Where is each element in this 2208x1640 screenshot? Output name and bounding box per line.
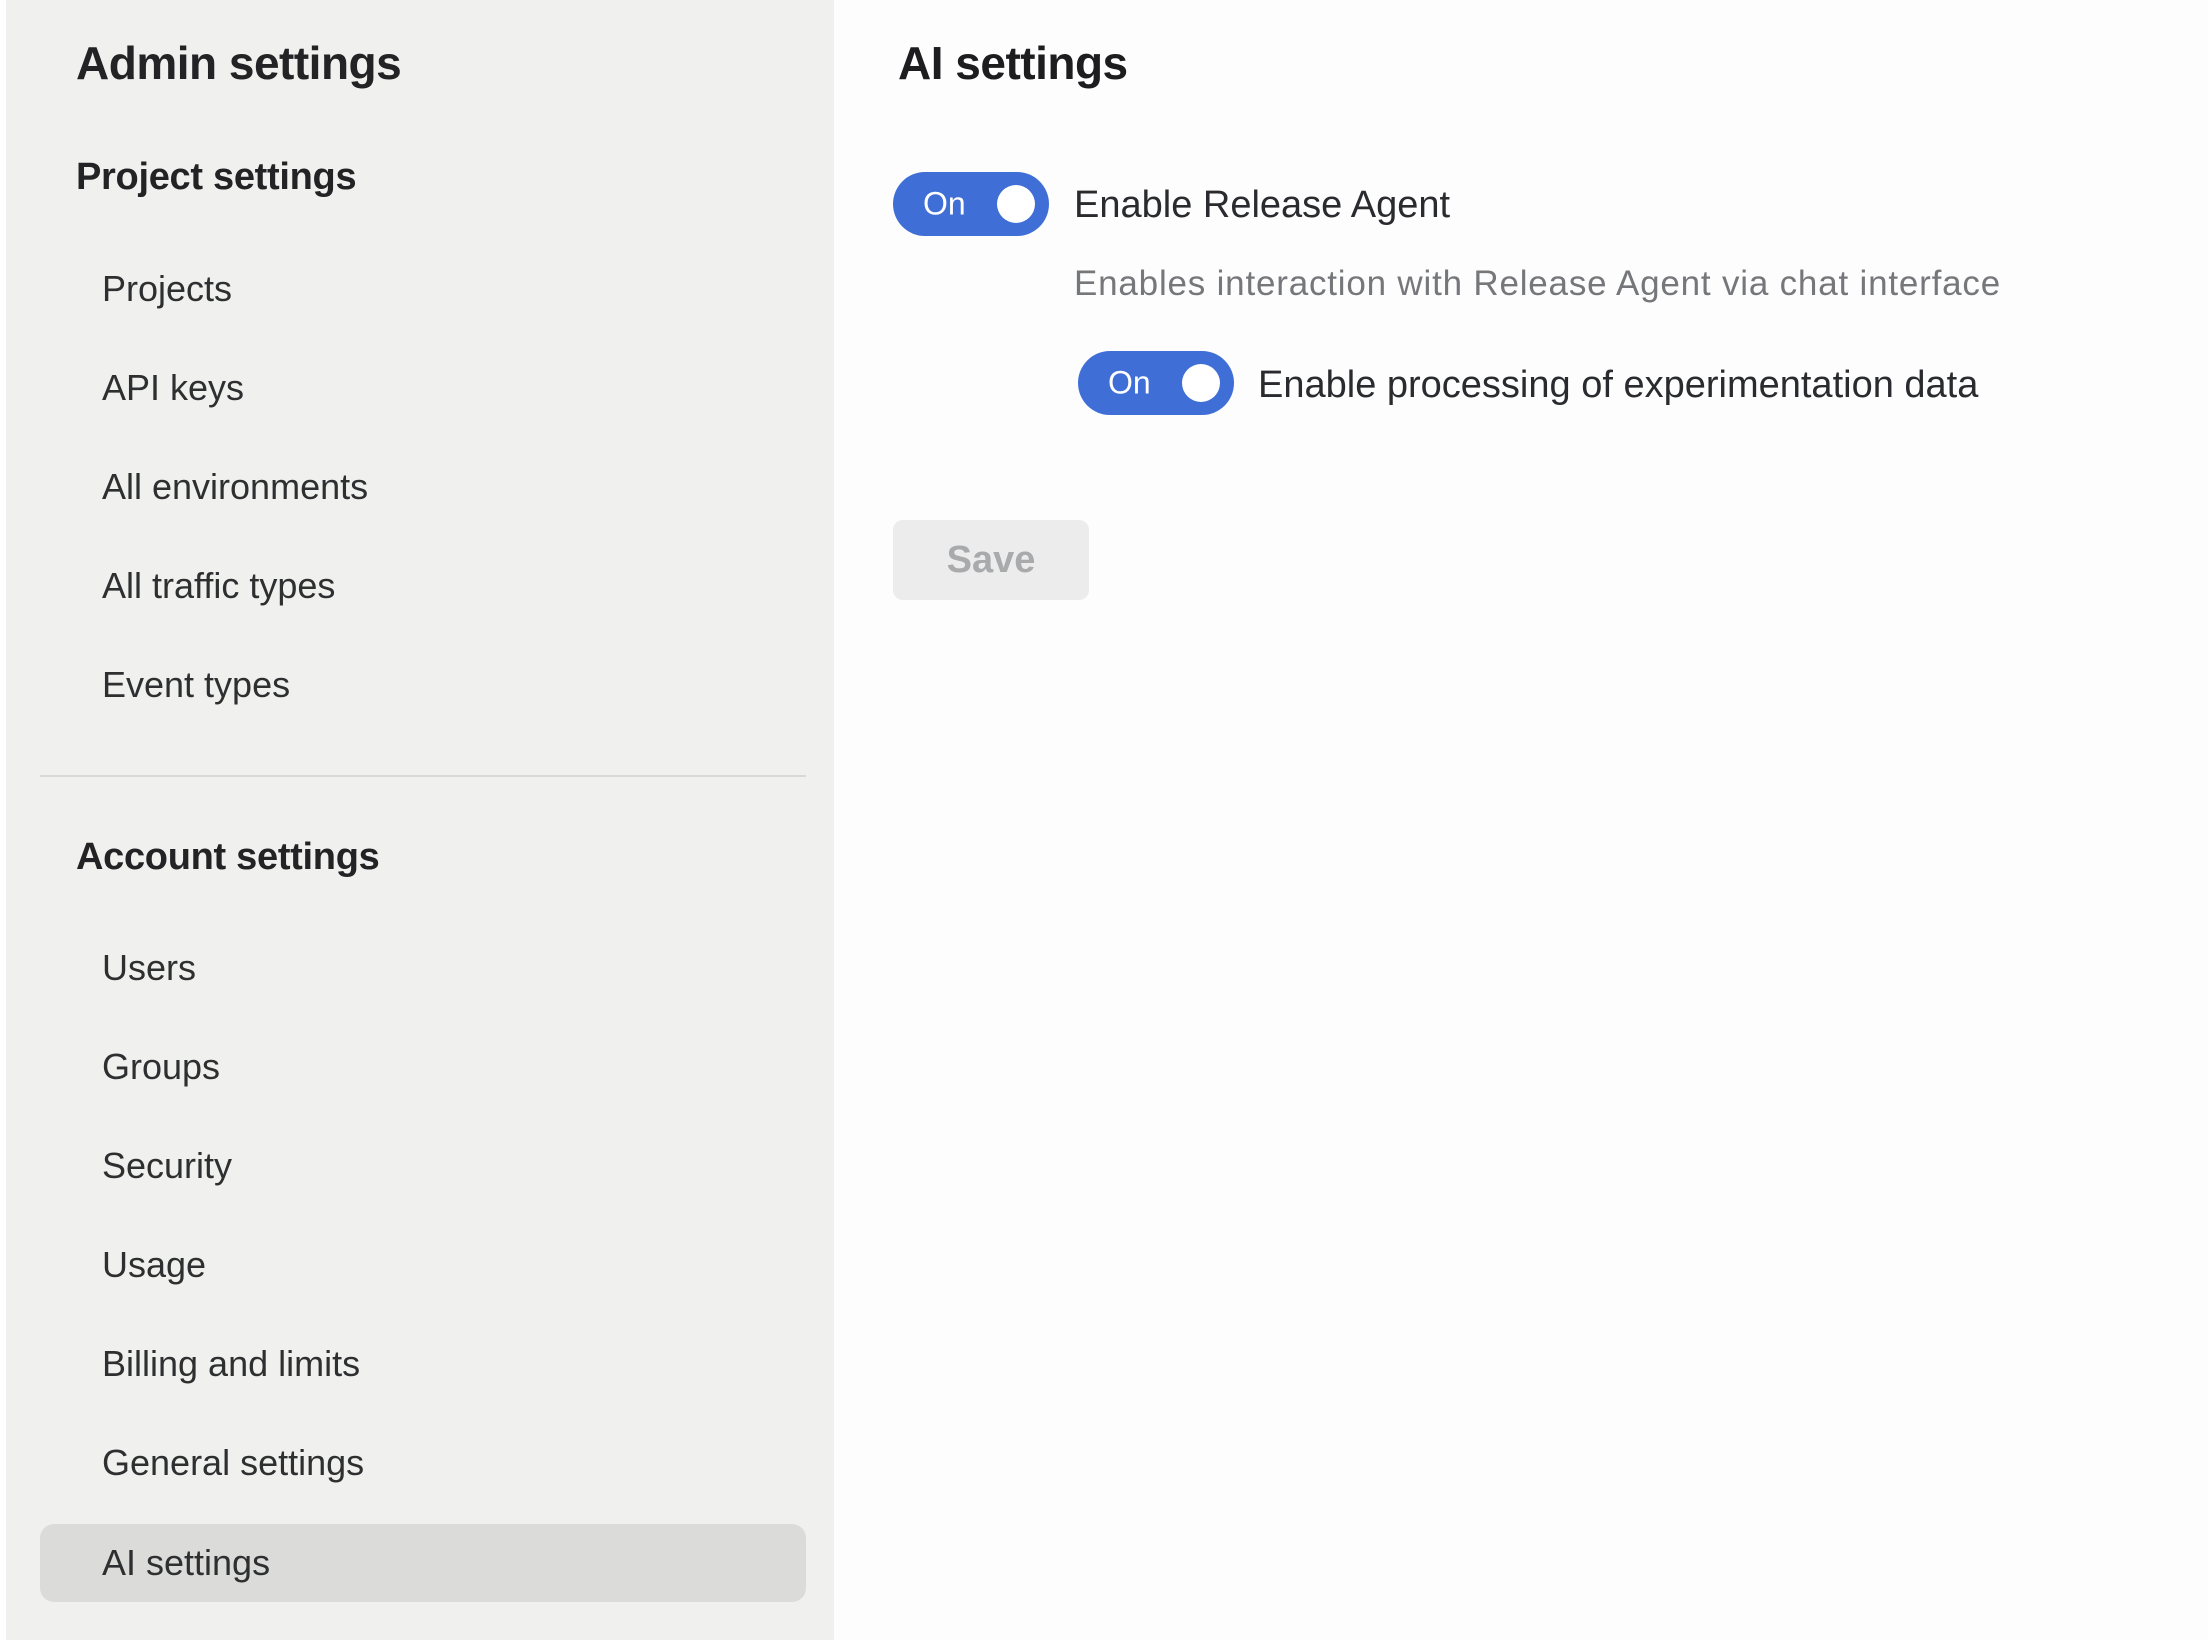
sidebar-item-api-keys[interactable]: API keys [102,367,244,409]
main-content: AI settings On Enable Release Agent Enab… [834,0,2208,1640]
enable-release-agent-toggle[interactable]: On [893,172,1049,236]
sidebar-divider [40,775,806,777]
sidebar-item-event-types[interactable]: Event types [102,664,290,706]
enable-experimentation-data-toggle[interactable]: On [1078,351,1234,415]
toggle-knob [1182,364,1220,402]
sidebar-item-users[interactable]: Users [102,947,196,989]
sidebar-title: Admin settings [76,36,401,90]
save-button[interactable]: Save [893,520,1089,600]
enable-release-agent-label: Enable Release Agent [1074,184,1450,227]
page-title: AI settings [898,36,1128,90]
sidebar-item-all-environments[interactable]: All environments [102,466,368,508]
section-header-project-settings: Project settings [76,156,356,199]
sidebar-item-security[interactable]: Security [102,1145,232,1187]
sidebar-item-ai-settings[interactable]: AI settings [40,1524,806,1602]
section-header-account-settings: Account settings [76,836,379,879]
sidebar: Admin settings Project settings Projects… [6,0,834,1640]
sidebar-item-usage[interactable]: Usage [102,1244,206,1286]
sidebar-item-all-traffic-types[interactable]: All traffic types [102,565,335,607]
enable-experimentation-data-label: Enable processing of experimentation dat… [1258,364,1978,407]
toggle-knob [997,185,1035,223]
toggle-on-label: On [1108,365,1151,402]
release-agent-description: Enables interaction with Release Agent v… [1074,264,2001,304]
sidebar-item-groups[interactable]: Groups [102,1046,220,1088]
admin-settings-page: Admin settings Project settings Projects… [0,0,2208,1640]
toggle-on-label: On [923,186,966,223]
sidebar-item-general-settings[interactable]: General settings [102,1442,364,1484]
sidebar-item-projects[interactable]: Projects [102,268,232,310]
sidebar-item-billing-and-limits[interactable]: Billing and limits [102,1343,360,1385]
sidebar-item-ai-settings-label: AI settings [102,1542,270,1584]
